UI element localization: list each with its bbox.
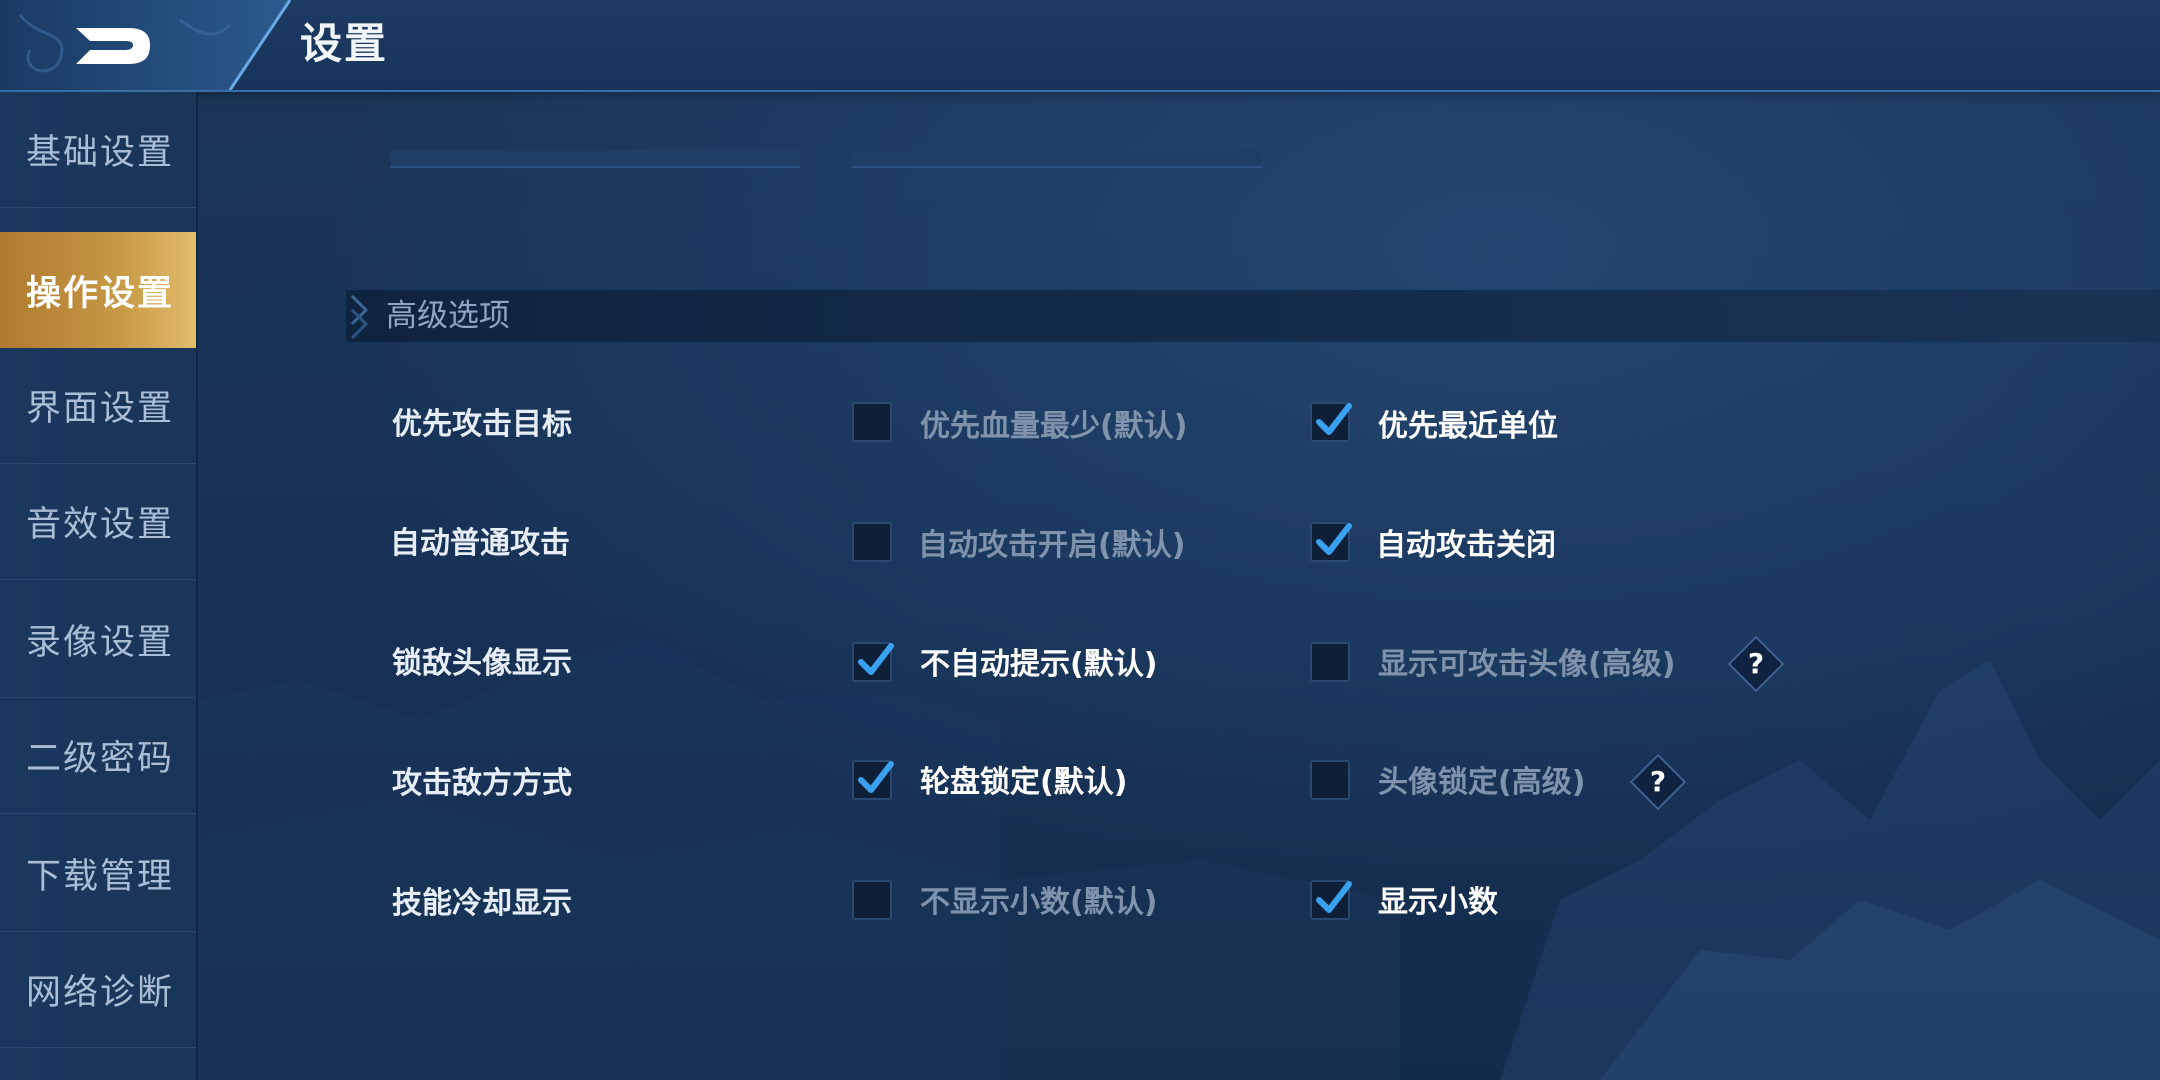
checkmark-icon (1316, 403, 1352, 435)
option-no-decimals[interactable]: 不显示小数(默认) (920, 881, 1157, 925)
setting-label-lock-avatar: 锁敌头像显示 (392, 646, 572, 681)
sidebar-item-controls[interactable]: 操作设置 (0, 232, 196, 348)
setting-label-cooldown-display: 技能冷却显示 (392, 886, 572, 921)
back-arrow-icon (0, 0, 292, 91)
setting-label-target-priority: 优先攻击目标 (392, 407, 572, 442)
checkmark-icon (1316, 523, 1352, 555)
section-header: 高级选项 (346, 290, 2160, 342)
sidebar-item-network[interactable]: 网络诊断 (0, 932, 196, 1048)
checkbox-no-auto-hint[interactable] (852, 642, 894, 682)
option-show-attackable-avatar[interactable]: 显示可攻击头像(高级) (1378, 643, 1675, 687)
sidebar-item-password[interactable]: 二级密码 (0, 698, 196, 814)
checkbox-avatar-lock[interactable] (1310, 760, 1350, 800)
option-nearest-unit[interactable]: 优先最近单位 (1378, 405, 1558, 449)
help-icon[interactable]: ? (1638, 762, 1678, 802)
setting-label-auto-attack: 自动普通攻击 (390, 526, 570, 561)
option-auto-attack-off[interactable]: 自动攻击关闭 (1376, 524, 1556, 568)
option-no-auto-hint[interactable]: 不自动提示(默认) (920, 643, 1157, 687)
section-title: 高级选项 (386, 298, 510, 334)
checkbox-wheel-lock[interactable] (852, 760, 894, 800)
option-lowest-hp[interactable]: 优先血量最少(默认) (920, 405, 1187, 449)
checkbox-auto-attack-on[interactable] (852, 522, 892, 562)
checkmark-icon (858, 761, 894, 793)
option-wheel-lock[interactable]: 轮盘锁定(默认) (920, 761, 1127, 805)
top-bar: 设置 (0, 0, 2160, 92)
checkbox-lowest-hp[interactable] (852, 402, 892, 442)
scrolled-field-left (390, 150, 800, 168)
setting-label-attack-mode: 攻击敌方方式 (392, 766, 572, 801)
checkbox-show-attackable-avatar[interactable] (1310, 642, 1350, 682)
sidebar-item-interface[interactable]: 界面设置 (0, 348, 196, 464)
checkbox-auto-attack-off[interactable] (1310, 522, 1352, 562)
option-auto-attack-on[interactable]: 自动攻击开启(默认) (918, 524, 1185, 568)
back-button[interactable] (0, 0, 300, 91)
option-show-decimals[interactable]: 显示小数 (1378, 881, 1498, 925)
sidebar-item-basic[interactable]: 基础设置 (0, 92, 196, 208)
checkbox-nearest-unit[interactable] (1310, 402, 1352, 442)
help-icon[interactable]: ? (1736, 644, 1776, 684)
chevron-right-icon (350, 294, 369, 340)
page-title: 设置 (300, 19, 389, 68)
checkbox-no-decimals[interactable] (852, 880, 892, 920)
checkmark-icon (858, 643, 894, 675)
checkmark-icon (1316, 881, 1352, 913)
settings-panel: 高级选项 优先攻击目标 优先血量最少(默认) 优先最近单位 自动普通攻击 自动攻… (196, 92, 2160, 1080)
checkbox-show-decimals[interactable] (1310, 880, 1352, 920)
scrolled-dropdown[interactable] (852, 150, 1262, 168)
sidebar-item-audio[interactable]: 音效设置 (0, 464, 196, 580)
sidebar-item-downloads[interactable]: 下载管理 (0, 816, 196, 932)
option-avatar-lock[interactable]: 头像锁定(高级) (1378, 761, 1585, 805)
sidebar: 基础设置 操作设置 界面设置 音效设置 录像设置 二级密码 下载管理 网络诊断 (0, 92, 198, 1080)
sidebar-item-replay[interactable]: 录像设置 (0, 582, 196, 698)
